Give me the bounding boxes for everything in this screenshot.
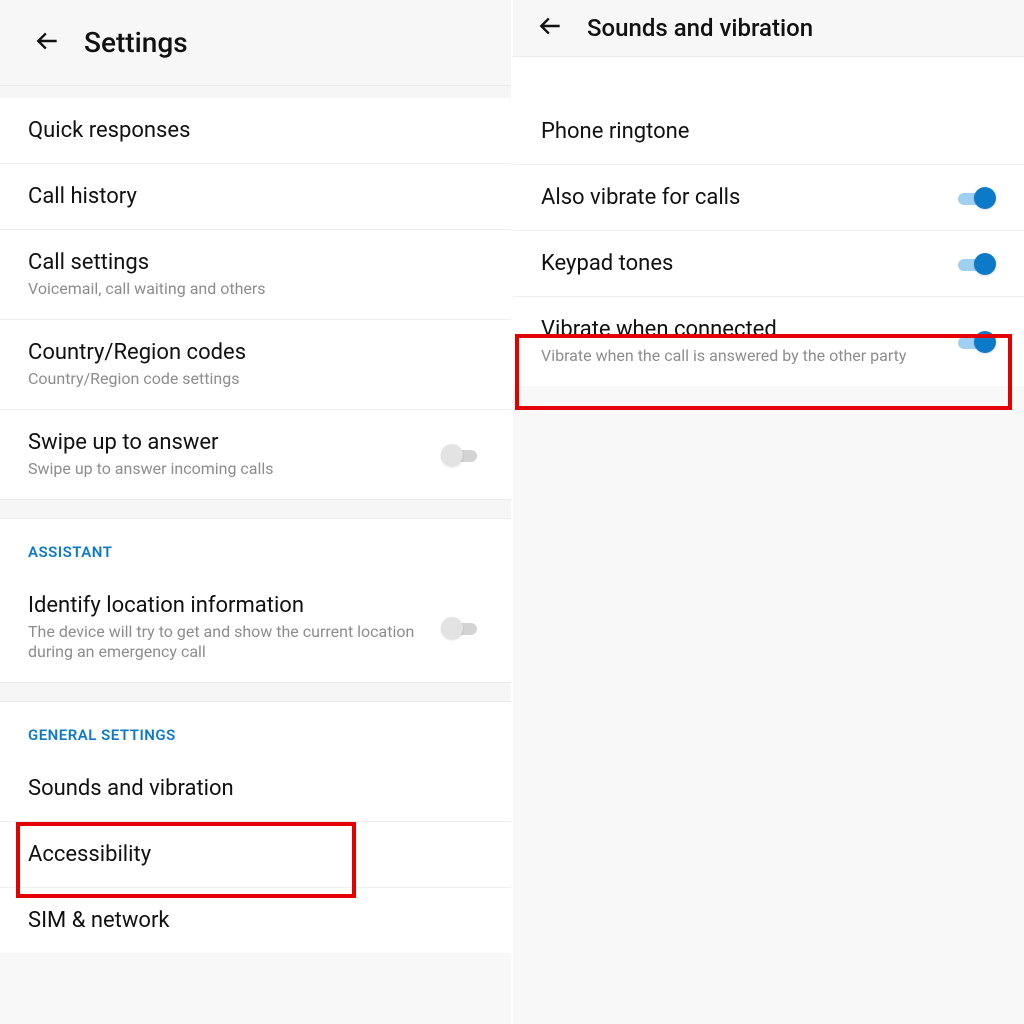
back-button[interactable]	[34, 29, 62, 57]
section-assistant: Assistant	[0, 519, 511, 573]
row-sounds-vibration[interactable]: Sounds and vibration	[0, 756, 511, 821]
row-label: Country/Region codes	[28, 340, 483, 365]
row-call-history[interactable]: Call history	[0, 164, 511, 230]
row-label: Phone ringtone	[541, 119, 996, 144]
row-label: Also vibrate for calls	[541, 185, 954, 210]
row-call-settings[interactable]: Call settings Voicemail, call waiting an…	[0, 230, 511, 320]
row-label: Swipe up to answer	[28, 430, 441, 455]
row-label: Sounds and vibration	[28, 776, 483, 801]
row-keypad-tones[interactable]: Keypad tones	[513, 231, 1024, 297]
back-button[interactable]	[537, 14, 565, 42]
row-label: Accessibility	[28, 842, 483, 867]
section-general: General Settings	[0, 702, 511, 756]
toggle-also-vibrate[interactable]	[954, 187, 996, 209]
row-label: Quick responses	[28, 118, 483, 143]
page-title: Settings	[84, 26, 188, 59]
row-phone-ringtone[interactable]: Phone ringtone	[513, 99, 1024, 165]
header-bar: Sounds and vibration	[513, 0, 1024, 57]
row-quick-responses[interactable]: Quick responses	[0, 98, 511, 164]
row-label: Keypad tones	[541, 251, 954, 276]
row-label: Call history	[28, 184, 483, 209]
row-subtext: Swipe up to answer incoming calls	[28, 459, 441, 479]
row-country-codes[interactable]: Country/Region codes Country/Region code…	[0, 320, 511, 410]
row-swipe-up-to-answer[interactable]: Swipe up to answer Swipe up to answer in…	[0, 410, 511, 499]
row-label: Call settings	[28, 250, 483, 275]
row-identify-location[interactable]: Identify location information The device…	[0, 573, 511, 682]
toggle-swipe-answer[interactable]	[441, 444, 483, 466]
settings-screen: Settings Quick responses Call history Ca…	[0, 0, 511, 1024]
row-label: Identify location information	[28, 593, 441, 618]
toggle-identify-location[interactable]	[441, 617, 483, 639]
row-sim-network[interactable]: SIM & network	[0, 888, 511, 953]
row-subtext: Country/Region code settings	[28, 369, 483, 389]
row-subtext: Vibrate when the call is answered by the…	[541, 346, 954, 366]
sounds-vibration-screen: Sounds and vibration Phone ringtone Also…	[511, 0, 1024, 1024]
row-subtext: The device will try to get and show the …	[28, 622, 441, 662]
row-label: Vibrate when connected	[541, 317, 954, 342]
row-label: SIM & network	[28, 908, 483, 933]
arrow-left-icon	[35, 28, 61, 58]
header-bar: Settings	[0, 0, 511, 86]
toggle-vibrate-connected[interactable]	[954, 331, 996, 353]
arrow-left-icon	[538, 13, 564, 43]
row-subtext: Voicemail, call waiting and others	[28, 279, 483, 299]
page-title: Sounds and vibration	[587, 14, 813, 42]
toggle-keypad-tones[interactable]	[954, 253, 996, 275]
row-vibrate-connected[interactable]: Vibrate when connected Vibrate when the …	[513, 297, 1024, 386]
row-also-vibrate[interactable]: Also vibrate for calls	[513, 165, 1024, 231]
row-accessibility[interactable]: Accessibility	[0, 821, 511, 888]
